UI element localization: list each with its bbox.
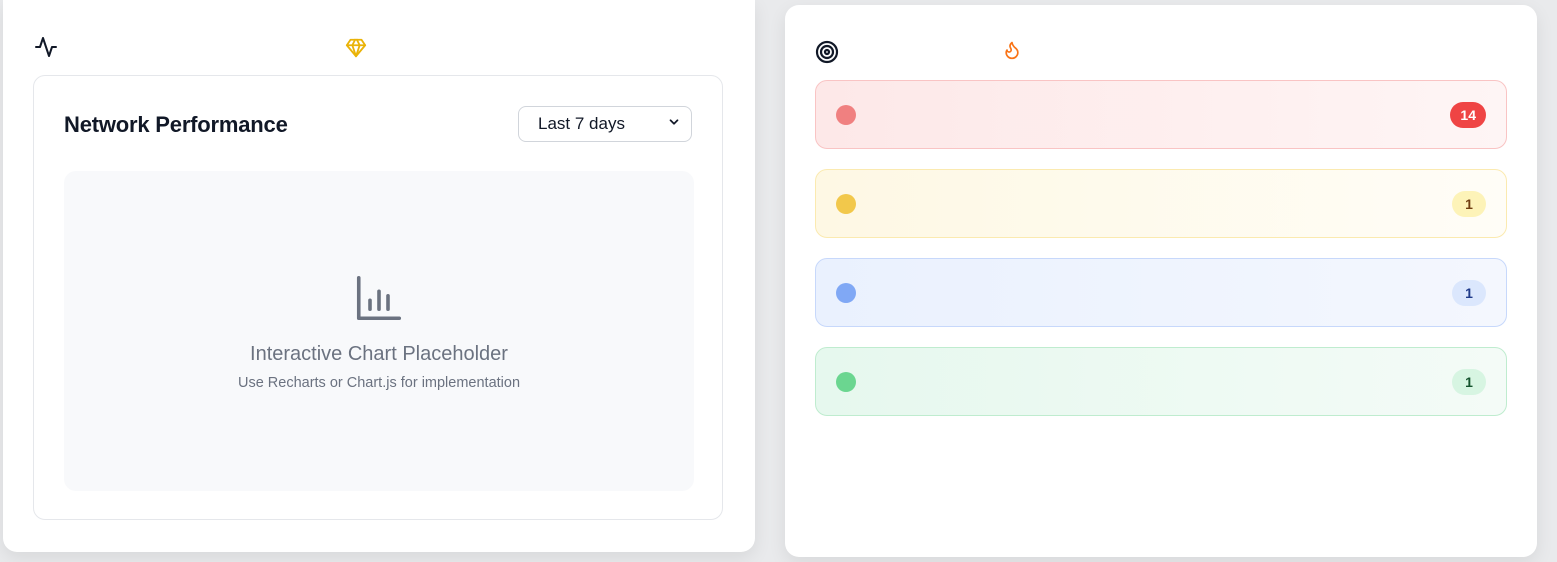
severity-dot <box>836 194 856 214</box>
chart-placeholder: Interactive Chart Placeholder Use Rechar… <box>64 171 694 491</box>
alerts-panel: 14 1 1 1 <box>785 5 1537 557</box>
severity-dot <box>836 372 856 392</box>
severity-dot <box>836 105 856 125</box>
chevron-down-icon <box>667 114 681 134</box>
gem-icon <box>345 37 367 59</box>
flame-icon <box>1002 40 1022 60</box>
performance-card: Network Performance Last 7 days Interact… <box>33 75 723 520</box>
placeholder-title: Interactive Chart Placeholder <box>250 343 508 365</box>
date-range-value: Last 7 days <box>538 114 625 133</box>
activity-icon <box>34 35 58 59</box>
bar-chart-icon <box>352 271 406 325</box>
alert-row-warning[interactable]: 1 <box>815 169 1507 238</box>
target-icon <box>815 40 839 64</box>
network-performance-panel: Network Performance Last 7 days Interact… <box>3 0 755 552</box>
alert-row-success[interactable]: 1 <box>815 347 1507 416</box>
alert-count-badge: 1 <box>1452 369 1486 395</box>
severity-dot <box>836 283 856 303</box>
alert-row-info[interactable]: 1 <box>815 258 1507 327</box>
alert-count-badge: 14 <box>1450 102 1486 128</box>
alert-count-badge: 1 <box>1452 191 1486 217</box>
alert-row-critical[interactable]: 14 <box>815 80 1507 149</box>
date-range-select[interactable]: Last 7 days <box>518 106 692 142</box>
card-title: Network Performance <box>64 112 288 137</box>
placeholder-subtitle: Use Recharts or Chart.js for implementat… <box>237 375 521 391</box>
alert-count-badge: 1 <box>1452 280 1486 306</box>
